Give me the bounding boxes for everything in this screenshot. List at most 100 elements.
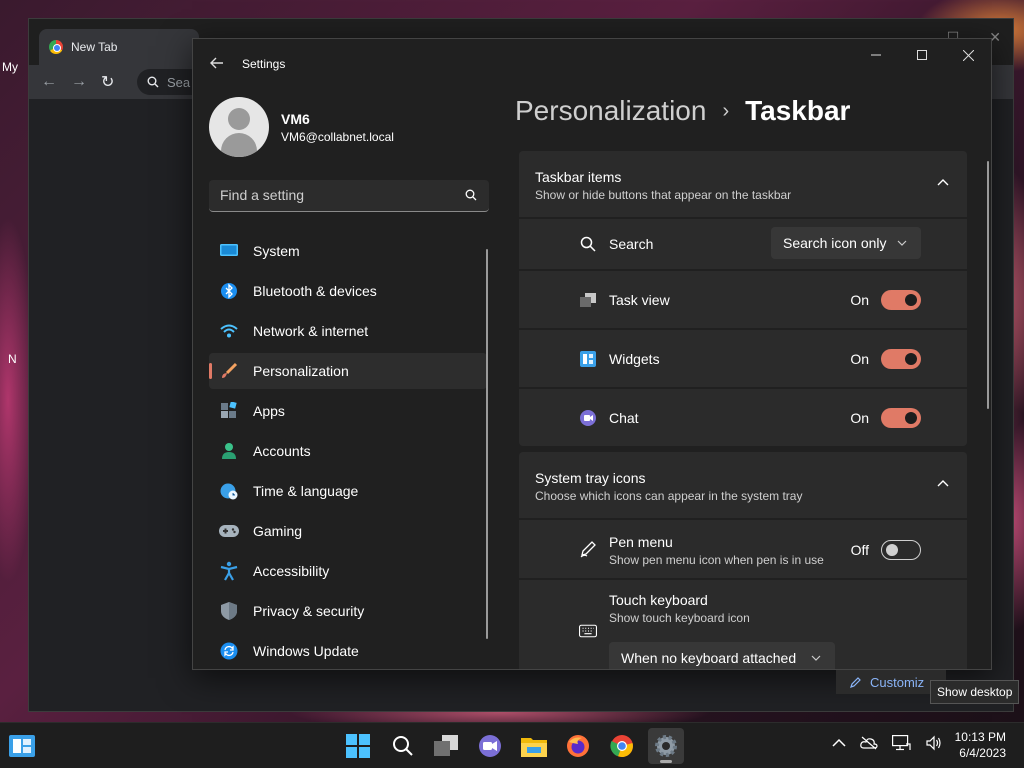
- pen-menu-toggle[interactable]: [881, 540, 921, 560]
- settings-nav: System Bluetooth & devices Network & int…: [209, 233, 487, 669]
- widgets-icon: [579, 350, 597, 368]
- nav-label: Accounts: [253, 443, 311, 459]
- omnibox-placeholder: Sea: [167, 74, 191, 90]
- minimize-button[interactable]: [853, 39, 899, 71]
- keyboard-icon: [579, 622, 597, 640]
- nav-item-windows-update[interactable]: Windows Update: [209, 633, 487, 669]
- nav-scrollbar[interactable]: [486, 249, 488, 639]
- chat-icon: [579, 409, 597, 427]
- touch-keyboard-label: Touch keyboard: [609, 592, 708, 608]
- system-tray: [832, 735, 942, 751]
- network-icon[interactable]: [892, 735, 912, 751]
- volume-icon[interactable]: [926, 735, 942, 751]
- pen-icon: [579, 540, 597, 558]
- chat-button[interactable]: [472, 728, 508, 764]
- widgets-toggle[interactable]: [881, 349, 921, 369]
- settings-content: Taskbar items Show or hide buttons that …: [519, 151, 967, 669]
- nav-item-accounts[interactable]: Accounts: [209, 433, 487, 469]
- nav-item-system[interactable]: System: [209, 233, 487, 269]
- chevron-up-icon[interactable]: [937, 478, 949, 490]
- widgets-row: Widgets On: [519, 330, 967, 387]
- search-button[interactable]: [385, 728, 421, 764]
- nav-label: Network & internet: [253, 323, 369, 339]
- back-arrow-icon[interactable]: ←: [41, 73, 57, 91]
- nav-item-network[interactable]: Network & internet: [209, 313, 487, 349]
- system-tray-header[interactable]: System tray icons Choose which icons can…: [519, 452, 967, 518]
- task-view-label: Task view: [609, 292, 670, 308]
- nav-item-accessibility[interactable]: Accessibility: [209, 553, 487, 589]
- chevron-up-icon[interactable]: [832, 738, 846, 748]
- search-icon: [393, 736, 413, 756]
- nav-label: Personalization: [253, 363, 349, 379]
- forward-arrow-icon[interactable]: →: [71, 73, 87, 91]
- clock[interactable]: 10:13 PM 6/4/2023: [955, 729, 1006, 761]
- avatar-body: [221, 133, 257, 157]
- task-view-icon: [434, 735, 458, 756]
- system-icon: [219, 241, 239, 261]
- pen-menu-row: Pen menu Show pen menu icon when pen is …: [519, 520, 967, 578]
- nav-item-privacy-security[interactable]: Privacy & security: [209, 593, 487, 629]
- search-icon[interactable]: [465, 189, 477, 201]
- cloud-offline-icon[interactable]: [860, 736, 878, 750]
- section-subtitle: Choose which icons can appear in the sys…: [535, 489, 803, 503]
- taskbar: 10:13 PM 6/4/2023: [0, 722, 1024, 768]
- nav-label: Bluetooth & devices: [253, 283, 377, 299]
- nav-item-apps[interactable]: Apps: [209, 393, 487, 429]
- search-row: Search Search icon only: [519, 219, 967, 269]
- file-explorer-button[interactable]: [516, 728, 552, 764]
- widgets-button[interactable]: [4, 728, 40, 764]
- start-button[interactable]: [340, 728, 376, 764]
- toggle-state-text: Off: [850, 542, 869, 558]
- clock-time: 10:13 PM: [954, 730, 1006, 744]
- search-icon: [147, 76, 159, 88]
- search-input[interactable]: [209, 180, 449, 210]
- touch-keyboard-dropdown[interactable]: When no keyboard attached: [609, 642, 835, 669]
- nav-label: Privacy & security: [253, 603, 365, 619]
- task-view-icon: [579, 291, 597, 309]
- shield-icon: [219, 601, 239, 621]
- task-view-toggle[interactable]: [881, 290, 921, 310]
- chrome-tab-title: New Tab: [71, 40, 118, 54]
- settings-button[interactable]: [648, 728, 684, 764]
- clock-date: 6/4/2023: [959, 746, 1006, 760]
- breadcrumb-parent[interactable]: Personalization: [515, 95, 706, 127]
- dropdown-value: Search icon only: [783, 235, 887, 251]
- file-explorer-icon: [521, 738, 547, 757]
- nav-item-gaming[interactable]: Gaming: [209, 513, 487, 549]
- content-scrollbar[interactable]: [987, 161, 989, 409]
- close-button[interactable]: [945, 39, 991, 71]
- chevron-up-icon[interactable]: [937, 177, 949, 189]
- brush-icon: [219, 361, 239, 381]
- chrome-tab[interactable]: New Tab: [39, 29, 199, 65]
- nav-label: Time & language: [253, 483, 359, 499]
- task-view-row: Task view On: [519, 271, 967, 328]
- nav-item-time-language[interactable]: Time & language: [209, 473, 487, 509]
- firefox-button[interactable]: [560, 728, 596, 764]
- breadcrumb: Personalization › Taskbar: [515, 95, 850, 127]
- avatar-head: [228, 108, 250, 130]
- desktop-icon-label[interactable]: N: [8, 352, 17, 366]
- back-arrow-icon[interactable]: [207, 53, 227, 73]
- nav-item-bluetooth[interactable]: Bluetooth & devices: [209, 273, 487, 309]
- avatar[interactable]: [209, 97, 269, 157]
- globe-clock-icon: [219, 481, 239, 501]
- nav-item-personalization[interactable]: Personalization: [209, 353, 487, 389]
- touch-keyboard-description: Show touch keyboard icon: [609, 611, 750, 625]
- task-view-button[interactable]: [428, 728, 464, 764]
- minimize-icon: [871, 54, 881, 56]
- search-box[interactable]: [209, 180, 489, 212]
- search-mode-dropdown[interactable]: Search icon only: [771, 227, 921, 259]
- taskbar-items-header[interactable]: Taskbar items Show or hide buttons that …: [519, 151, 967, 217]
- chat-toggle[interactable]: [881, 408, 921, 428]
- reload-icon[interactable]: ↻: [101, 72, 114, 92]
- chrome-button[interactable]: [604, 728, 640, 764]
- chevron-down-icon: [811, 655, 821, 661]
- desktop-icon-label[interactable]: My: [2, 60, 18, 74]
- search-label: Search: [609, 236, 654, 252]
- title-bar: Settings: [193, 39, 991, 87]
- maximize-button[interactable]: [899, 39, 945, 71]
- chat-label: Chat: [609, 410, 639, 426]
- chevron-down-icon: [897, 240, 907, 246]
- pen-menu-label: Pen menu: [609, 534, 673, 550]
- start-icon: [346, 734, 370, 758]
